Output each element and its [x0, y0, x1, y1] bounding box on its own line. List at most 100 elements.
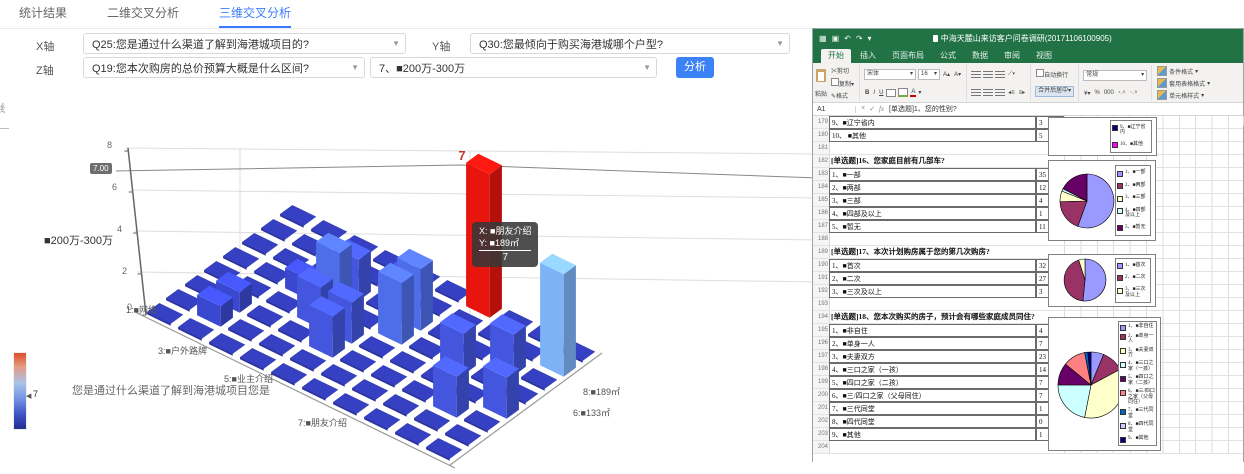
insert-function-icon[interactable]: fx — [879, 105, 884, 113]
merge-center-button[interactable]: 合并后居中▾ — [1035, 86, 1074, 97]
cell-A185[interactable]: 3、■三部 — [829, 194, 1036, 207]
format-as-table-button[interactable]: 套用表格格式▾ — [1156, 78, 1211, 88]
sheet-grid[interactable]: 1799、■辽宁省内318010、 ■其他5181182[单选题]16、您家庭目… — [813, 116, 1243, 463]
x-axis-select[interactable]: Q25:您是通过什么渠道了解到海港城项目的? ▼ — [83, 33, 406, 54]
decrease-decimal-button[interactable]: ⁻·⁰ — [1128, 90, 1138, 97]
cut-button[interactable]: ✂剪切 — [830, 66, 855, 75]
ribbon-tab-视图[interactable]: 视图 — [1029, 49, 1059, 63]
fill-color-button[interactable] — [898, 88, 908, 97]
underline-button[interactable]: U — [878, 90, 884, 96]
enter-icon[interactable]: ✓ — [869, 105, 875, 113]
row-number[interactable]: 193 — [813, 298, 830, 310]
borders-button[interactable] — [886, 89, 896, 97]
cell-A190[interactable]: 1、■首次 — [829, 259, 1036, 272]
row-number[interactable]: 187 — [813, 220, 830, 232]
row-number[interactable]: 191 — [813, 272, 830, 284]
ribbon-tab-插入[interactable]: 插入 — [853, 49, 883, 63]
italic-button[interactable]: I — [872, 90, 876, 96]
row-number[interactable]: 192 — [813, 285, 830, 297]
ribbon-tab-开始[interactable]: 开始 — [821, 49, 851, 63]
row-number[interactable]: 197 — [813, 350, 830, 362]
shrink-font-button[interactable]: A▾ — [953, 71, 962, 78]
z-item-select[interactable]: 7、■200万-300万 ▼ — [370, 57, 657, 78]
row-number[interactable]: 199 — [813, 376, 830, 388]
cell-A200[interactable]: 6、■三/四口之家（父母同住） — [829, 389, 1036, 402]
embedded-chart-4[interactable]: 1、■非自住2、■单身一人3、■夫妻双方4、■三口之家（一孩）5、■四口之家（二… — [1048, 317, 1161, 451]
align-bottom-button[interactable] — [995, 71, 1005, 78]
cancel-icon[interactable]: × — [861, 105, 865, 113]
analyze-button[interactable]: 分析 — [676, 57, 714, 78]
ribbon-tab-页面布局[interactable]: 页面布局 — [885, 49, 931, 63]
decrease-indent-button[interactable]: ◂≡ — [1007, 89, 1016, 96]
paste-button[interactable]: 粘贴 — [815, 65, 827, 101]
tab-2[interactable]: 二维交叉分析 — [107, 0, 179, 28]
cell-A179[interactable]: 9、■辽宁省内 — [829, 116, 1036, 129]
cell-A192[interactable]: 3、■三次及以上 — [829, 285, 1036, 298]
row-number[interactable]: 188 — [813, 233, 830, 245]
visual-map-gradient[interactable] — [13, 352, 27, 430]
increase-indent-button[interactable]: ≡▸ — [1018, 89, 1027, 96]
row-number[interactable]: 196 — [813, 337, 830, 349]
cell-A187[interactable]: 5、■暂无 — [829, 220, 1036, 233]
embedded-chart-3[interactable]: 1、■首次2、■二次3、■三次及以上 — [1048, 254, 1156, 307]
cell-A198[interactable]: 4、■三口之家（一孩） — [829, 363, 1036, 376]
cell-A197[interactable]: 3、■夫妻双方 — [829, 350, 1036, 363]
cell-A184[interactable]: 2、■两部 — [829, 181, 1036, 194]
accounting-format-button[interactable]: ¥▾ — [1083, 90, 1091, 97]
name-box[interactable]: A1 — [813, 106, 856, 113]
align-middle-button[interactable] — [983, 71, 993, 78]
align-right-button[interactable] — [995, 89, 1005, 96]
font-color-button[interactable]: A — [910, 89, 916, 97]
row-number[interactable]: 190 — [813, 259, 830, 271]
row-number[interactable]: 180 — [813, 129, 830, 141]
conditional-format-button[interactable]: 条件格式▾ — [1156, 66, 1211, 76]
cell-A203[interactable]: 9、■其他 — [829, 428, 1036, 441]
cell-A202[interactable]: 8、■四代同堂 — [829, 415, 1036, 428]
bold-button[interactable]: B — [864, 90, 870, 96]
percent-button[interactable]: % — [1094, 90, 1101, 96]
save-icon[interactable]: ▣ — [832, 34, 840, 43]
comma-style-button[interactable]: 000 — [1103, 90, 1115, 96]
row-number[interactable]: 195 — [813, 324, 830, 336]
grow-font-button[interactable]: A▴ — [942, 71, 951, 78]
ribbon-tab-数据[interactable]: 数据 — [965, 49, 995, 63]
redo-icon[interactable]: ↷ — [856, 34, 863, 43]
font-size-select[interactable]: 16▾ — [918, 69, 940, 80]
align-center-button[interactable] — [983, 89, 993, 96]
row-number[interactable]: 184 — [813, 181, 830, 193]
cell-A201[interactable]: 7、■三代同堂 — [829, 402, 1036, 415]
increase-decimal-button[interactable]: ⁺·⁰ — [1117, 90, 1127, 97]
row-number[interactable]: 202 — [813, 415, 830, 427]
cell-A180[interactable]: 10、 ■其他 — [829, 129, 1036, 142]
row-number[interactable]: 189 — [813, 246, 830, 258]
tab-3[interactable]: 三维交叉分析 — [219, 0, 291, 28]
wrap-text-button[interactable]: 自动换行 — [1035, 69, 1074, 79]
format-painter-button[interactable]: ✎格式 — [830, 91, 855, 100]
cell-A195[interactable]: 1、■非自住 — [829, 324, 1036, 337]
row-number[interactable]: 203 — [813, 428, 830, 440]
tab-1[interactable]: 统计结果 — [19, 0, 67, 28]
row-number[interactable]: 183 — [813, 168, 830, 180]
row-number[interactable]: 201 — [813, 402, 830, 414]
row-number[interactable]: 194 — [813, 311, 830, 323]
cell-A186[interactable]: 4、■四部及以上 — [829, 207, 1036, 220]
embedded-chart-2[interactable]: 1、■一部2、■两部3、■三部4、■四部及以上5、■暂无 — [1048, 160, 1156, 241]
row-number[interactable]: 186 — [813, 207, 830, 219]
row-number[interactable]: 200 — [813, 389, 830, 401]
y-axis-select[interactable]: Q30:您最倾向于购买海港城哪个户型? ▼ — [470, 33, 790, 54]
cell-styles-button[interactable]: 单元格样式▾ — [1156, 90, 1211, 100]
cell-A199[interactable]: 5、■四口之家（二孩） — [829, 376, 1036, 389]
z-axis-select[interactable]: Q19:您本次购房的总价预算大概是什么区间? ▼ — [83, 57, 365, 78]
row-number[interactable]: 182 — [813, 155, 830, 167]
row-number[interactable]: 185 — [813, 194, 830, 206]
cell-A196[interactable]: 2、■单身一人 — [829, 337, 1036, 350]
ribbon-tab-审阅[interactable]: 审阅 — [997, 49, 1027, 63]
row-number[interactable]: 198 — [813, 363, 830, 375]
cell-A191[interactable]: 2、■二次 — [829, 272, 1036, 285]
cell-A183[interactable]: 1、■一部 — [829, 168, 1036, 181]
row-number[interactable]: 204 — [813, 441, 830, 453]
formula-content[interactable]: [单选题]1、您的性别? — [889, 104, 957, 114]
undo-icon[interactable]: ↶ — [844, 34, 851, 43]
row-number[interactable]: 179 — [813, 116, 830, 128]
row-number[interactable]: 181 — [813, 142, 830, 154]
